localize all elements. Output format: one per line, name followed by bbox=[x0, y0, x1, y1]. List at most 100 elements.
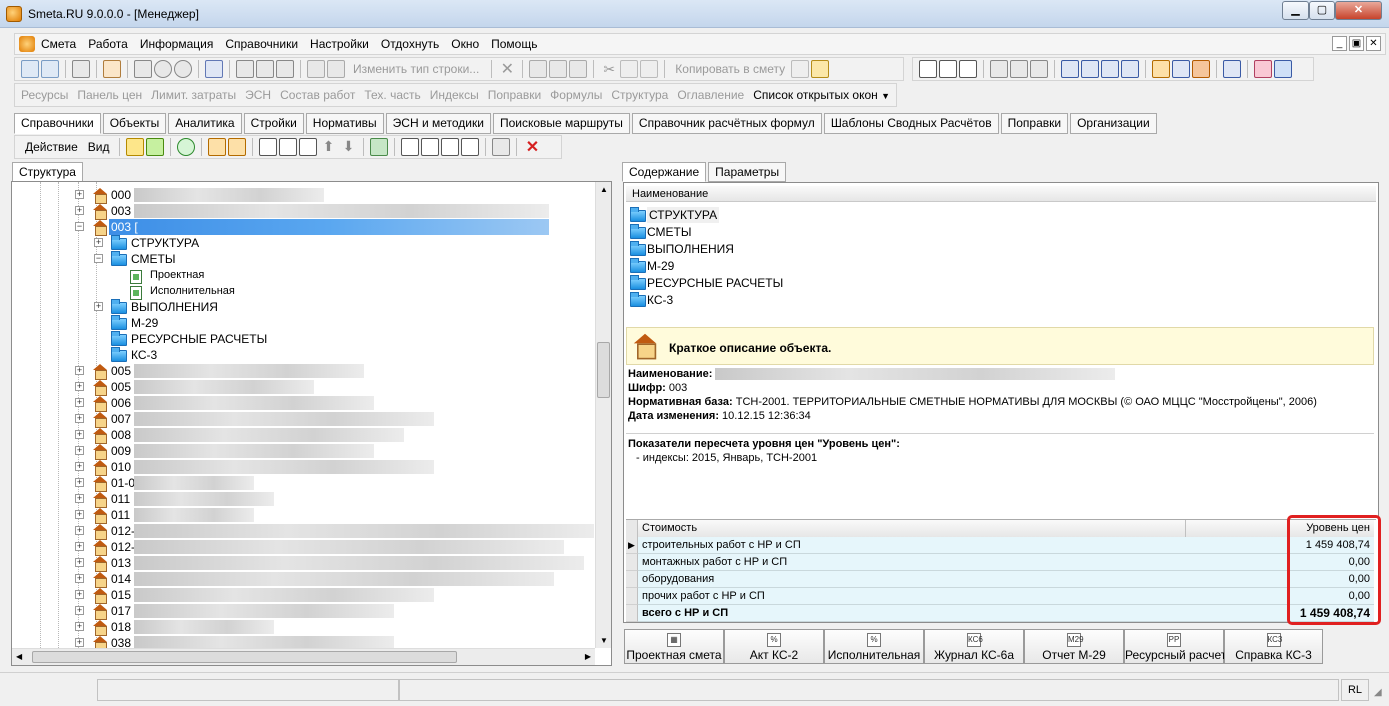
tree-expander[interactable]: + bbox=[75, 366, 84, 375]
settings-doc-icon[interactable] bbox=[492, 138, 511, 156]
tab-organizations[interactable]: Организации bbox=[1070, 113, 1157, 134]
content-item[interactable]: СТРУКТУРА bbox=[628, 207, 828, 223]
panel-formulas[interactable]: Формулы bbox=[550, 88, 602, 102]
panel-esn[interactable]: ЭСН bbox=[245, 88, 271, 102]
tree-expander[interactable]: + bbox=[75, 206, 84, 215]
scroll-right-icon[interactable]: ▶ bbox=[585, 652, 591, 661]
ls-icon[interactable] bbox=[919, 60, 937, 78]
tab-struktura[interactable]: Структура bbox=[12, 162, 83, 182]
tab-parametry[interactable]: Параметры bbox=[708, 162, 787, 182]
tree-expand-icon[interactable] bbox=[41, 60, 59, 78]
tree-expander[interactable]: + bbox=[75, 382, 84, 391]
tab-normativy[interactable]: Нормативы bbox=[305, 113, 384, 134]
tree-expander[interactable]: + bbox=[75, 510, 84, 519]
paste-doc-icon[interactable] bbox=[811, 60, 830, 78]
refresh-icon[interactable] bbox=[154, 60, 172, 78]
vehicle-icon[interactable] bbox=[1223, 60, 1241, 78]
panel-works[interactable]: Состав работ bbox=[280, 88, 355, 102]
copy-to-estimate-button[interactable]: Копировать в смету bbox=[671, 62, 789, 76]
panel-resources[interactable]: Ресурсы bbox=[21, 88, 68, 102]
tree-expander[interactable]: + bbox=[75, 542, 84, 551]
cost-row-label[interactable]: оборудования bbox=[638, 571, 1289, 588]
mdi-minimize-button[interactable]: _ bbox=[1332, 36, 1347, 51]
object-icon[interactable] bbox=[208, 138, 227, 156]
tab-formulas[interactable]: Справочник расчётных формул bbox=[631, 113, 822, 134]
print-icon[interactable] bbox=[549, 60, 568, 78]
panel-tech[interactable]: Тех. часть bbox=[364, 88, 420, 102]
search-icon[interactable] bbox=[103, 60, 121, 78]
tree-expander[interactable]: + bbox=[75, 638, 84, 647]
tree-item-object[interactable]: 005 bbox=[111, 379, 131, 395]
delete-red-icon[interactable]: ✕ bbox=[523, 137, 541, 157]
rr-icon[interactable] bbox=[939, 60, 957, 78]
tree-item-object[interactable]: 01-0 bbox=[111, 475, 135, 491]
tree-expander[interactable]: + bbox=[75, 430, 84, 439]
hammer-icon[interactable] bbox=[1152, 60, 1170, 78]
tab-esn[interactable]: ЭСН и методики bbox=[385, 113, 491, 134]
panel-contents[interactable]: Оглавление bbox=[677, 88, 744, 102]
menu-rabota[interactable]: Работа bbox=[82, 34, 134, 54]
cost-row-label[interactable]: всего с НР и СП bbox=[638, 605, 1289, 622]
tree-item[interactable]: СМЕТЫ bbox=[131, 251, 175, 267]
material-icon[interactable] bbox=[1192, 60, 1210, 78]
tree-item-object[interactable]: 011 bbox=[111, 491, 130, 507]
close-button[interactable]: ✕ bbox=[1335, 1, 1382, 20]
tree-item[interactable]: Проектная bbox=[150, 267, 204, 283]
menu-informatsiya[interactable]: Информация bbox=[134, 34, 219, 54]
pr-doc-icon[interactable] bbox=[299, 138, 318, 156]
scroll-down-icon[interactable]: ▼ bbox=[600, 636, 608, 645]
object-tree-icon[interactable] bbox=[228, 138, 247, 156]
view-menu[interactable]: Вид bbox=[84, 140, 114, 154]
cut-icon[interactable]: ✂ bbox=[600, 61, 618, 78]
add-section-icon[interactable] bbox=[256, 60, 274, 78]
panel-structure[interactable]: Структура bbox=[611, 88, 668, 102]
action-menu[interactable]: Действие bbox=[21, 140, 82, 154]
menu-pomosch[interactable]: Помощь bbox=[485, 34, 543, 54]
tree-item-object[interactable]: 009 bbox=[111, 443, 131, 459]
car-icon[interactable] bbox=[307, 60, 325, 78]
import-icon[interactable] bbox=[370, 138, 389, 156]
add-row-icon[interactable] bbox=[236, 60, 254, 78]
panel-indexes[interactable]: Индексы bbox=[430, 88, 479, 102]
window-icon[interactable] bbox=[72, 60, 90, 78]
folder-new-icon[interactable] bbox=[146, 138, 165, 156]
tree-item-object[interactable]: 018 bbox=[111, 619, 131, 635]
tree-expander[interactable]: − bbox=[94, 254, 103, 263]
filter-add-icon[interactable] bbox=[1010, 60, 1028, 78]
arrow-up-icon[interactable]: ⬆ bbox=[319, 138, 337, 156]
tree-expander[interactable]: + bbox=[75, 574, 84, 583]
tree-item-object[interactable]: 006 bbox=[111, 395, 131, 411]
resize-grip-icon[interactable]: ◢ bbox=[1374, 687, 1382, 698]
menu-nastroiki[interactable]: Настройки bbox=[304, 34, 375, 54]
tree-expander[interactable]: + bbox=[75, 190, 84, 199]
books-blue-icon[interactable] bbox=[1274, 60, 1292, 78]
refresh-green-icon[interactable] bbox=[177, 138, 196, 156]
tree-hscrollbar[interactable]: ◀ ▶ bbox=[12, 648, 595, 665]
tree-icon[interactable] bbox=[21, 60, 39, 78]
tree-item-object[interactable]: 015 bbox=[111, 587, 131, 603]
cost-row-label[interactable]: прочих работ с НР и СП bbox=[638, 588, 1289, 605]
tree-expander[interactable]: + bbox=[75, 590, 84, 599]
menu-spravochniki[interactable]: Справочники bbox=[219, 34, 304, 54]
filter-icon[interactable] bbox=[990, 60, 1008, 78]
tree-vscroll-thumb[interactable] bbox=[597, 342, 610, 398]
ks6a-journal-button[interactable]: КС6 Журнал КС-6а bbox=[924, 629, 1024, 664]
tree-item-object[interactable]: 012- bbox=[111, 523, 135, 539]
tree-expander[interactable]: + bbox=[75, 446, 84, 455]
tree-expander[interactable]: + bbox=[94, 302, 103, 311]
open-windows-dropdown[interactable]: Список открытых окон ▼ bbox=[753, 88, 890, 102]
content-item[interactable]: КС-3 bbox=[628, 292, 828, 308]
tree-item-object[interactable]: 008 bbox=[111, 427, 131, 443]
content-item[interactable]: ВЫПОЛНЕНИЯ bbox=[628, 241, 828, 257]
ks3-certificate-button[interactable]: КС3 Справка КС-3 bbox=[1224, 629, 1323, 664]
cost-row-label[interactable]: строительных работ с НР и СП bbox=[638, 537, 1289, 554]
scroll-left-icon[interactable]: ◀ bbox=[16, 652, 22, 661]
minimize-button[interactable]: ▁ bbox=[1282, 1, 1309, 20]
tree-item-object[interactable]: 010 bbox=[111, 459, 131, 475]
tab-corrections[interactable]: Поправки bbox=[1000, 113, 1069, 134]
m29-icon[interactable] bbox=[421, 138, 440, 156]
tab-stroiki[interactable]: Стройки bbox=[243, 113, 304, 134]
tree-expander[interactable]: + bbox=[75, 478, 84, 487]
executive-button[interactable]: % Исполнительная bbox=[824, 629, 924, 664]
tree-item[interactable]: РЕСУРСНЫЕ РАСЧЕТЫ bbox=[131, 331, 267, 347]
